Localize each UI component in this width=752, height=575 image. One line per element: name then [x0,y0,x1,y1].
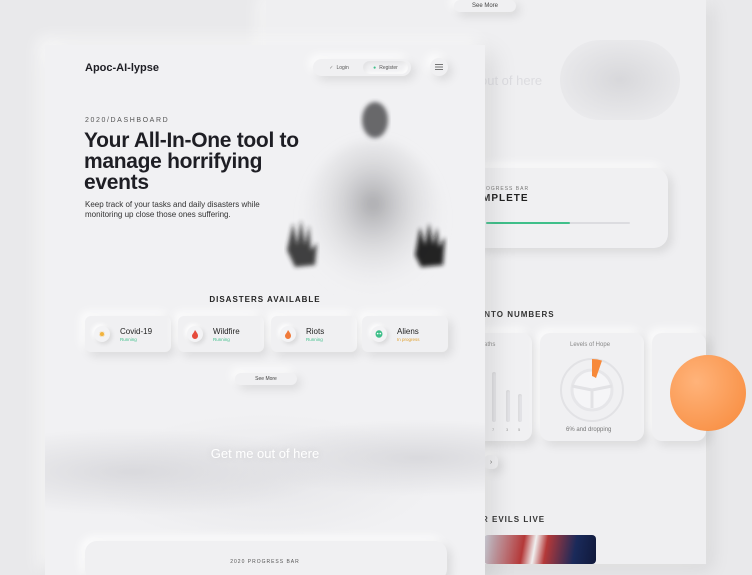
progress-card [85,541,447,575]
hands-background-image [45,395,485,535]
bg-progress-card [470,168,668,248]
disaster-status: Running [213,337,230,342]
disaster-card-covid[interactable]: ✹ Covid-19 Running [85,316,171,352]
hero-kicker: 2020/DASHBOARD [85,117,170,124]
alien-icon [371,326,387,342]
disaster-name: Wildfire [213,327,240,336]
hero-title: Your All-In-One tool to manage horrifyin… [84,129,299,194]
disaster-name: Aliens [397,327,419,336]
bg-progress-track [486,222,630,224]
bg-progress-title: MPLETE [482,193,529,204]
hope-gauge-icon [560,358,624,422]
disaster-card-aliens[interactable]: Aliens In progress [362,316,448,352]
fire-icon [187,326,203,342]
bg-hope-value: 6% and dropping [566,427,612,433]
disaster-name: Riots [306,327,325,336]
menu-button[interactable] [430,58,448,76]
hamburger-icon [435,64,443,70]
bg-progress-kicker: OGRESS BAR [486,186,530,192]
bg-deaths-tick: 5 [518,427,521,432]
chevron-right-icon: › [489,458,493,466]
bg-deaths-bar [492,372,496,422]
user-icon: ● [373,64,377,71]
bg-hands-image [560,40,680,120]
hero-description: Keep track of your tasks and daily disas… [85,200,260,219]
auth-toggle: ✓ Login ● Register [313,59,411,76]
disaster-status: Running [306,337,323,342]
disasters-title: DISASTERS AVAILABLE [209,295,321,304]
disaster-status: Running [120,337,137,342]
bg-deaths-bar [506,390,510,422]
flame-icon [280,326,296,342]
orange-orb-icon [670,355,746,431]
disaster-name: Covid-19 [120,327,153,336]
bg-evils-image [484,535,596,564]
progress-kicker: 2020 PROGRESS BAR [230,559,300,565]
bg-hope-label: Levels of Hope [570,342,611,348]
bg-progress-fill [486,222,570,224]
bg-deaths-bar [518,394,522,422]
ghost-figure-image [287,102,445,295]
disaster-card-wildfire[interactable]: Wildfire Running [178,316,264,352]
disaster-status: In progress [397,337,420,342]
main-card: Apoc-AI-lypse ✓ Login ● Register 2020/DA… [45,45,485,575]
bg-deaths-label: aths [484,342,496,348]
bg-next-arrow-button[interactable]: › [484,455,498,469]
see-more-button[interactable]: See More [235,373,297,385]
bg-deaths-tick: 3 [506,427,509,432]
login-label: Login [336,64,349,71]
login-button[interactable]: ✓ Login [317,61,361,74]
bg-get-out-text: out of here [480,73,543,88]
register-button[interactable]: ● Register [363,61,408,74]
get-out-text: Get me out of here [210,446,320,461]
virus-icon: ✹ [94,326,110,342]
bg-evils-title: R EVILS LIVE [482,515,546,524]
app-logo[interactable]: Apoc-AI-lypse [85,62,159,74]
disaster-card-riots[interactable]: Riots Running [271,316,357,352]
bg-see-more-button[interactable]: See More [454,0,516,12]
check-icon: ✓ [329,64,334,71]
register-label: Register [379,64,398,71]
bg-deaths-tick: 7 [492,427,495,432]
bg-numbers-title: INTO NUMBERS [481,310,555,319]
